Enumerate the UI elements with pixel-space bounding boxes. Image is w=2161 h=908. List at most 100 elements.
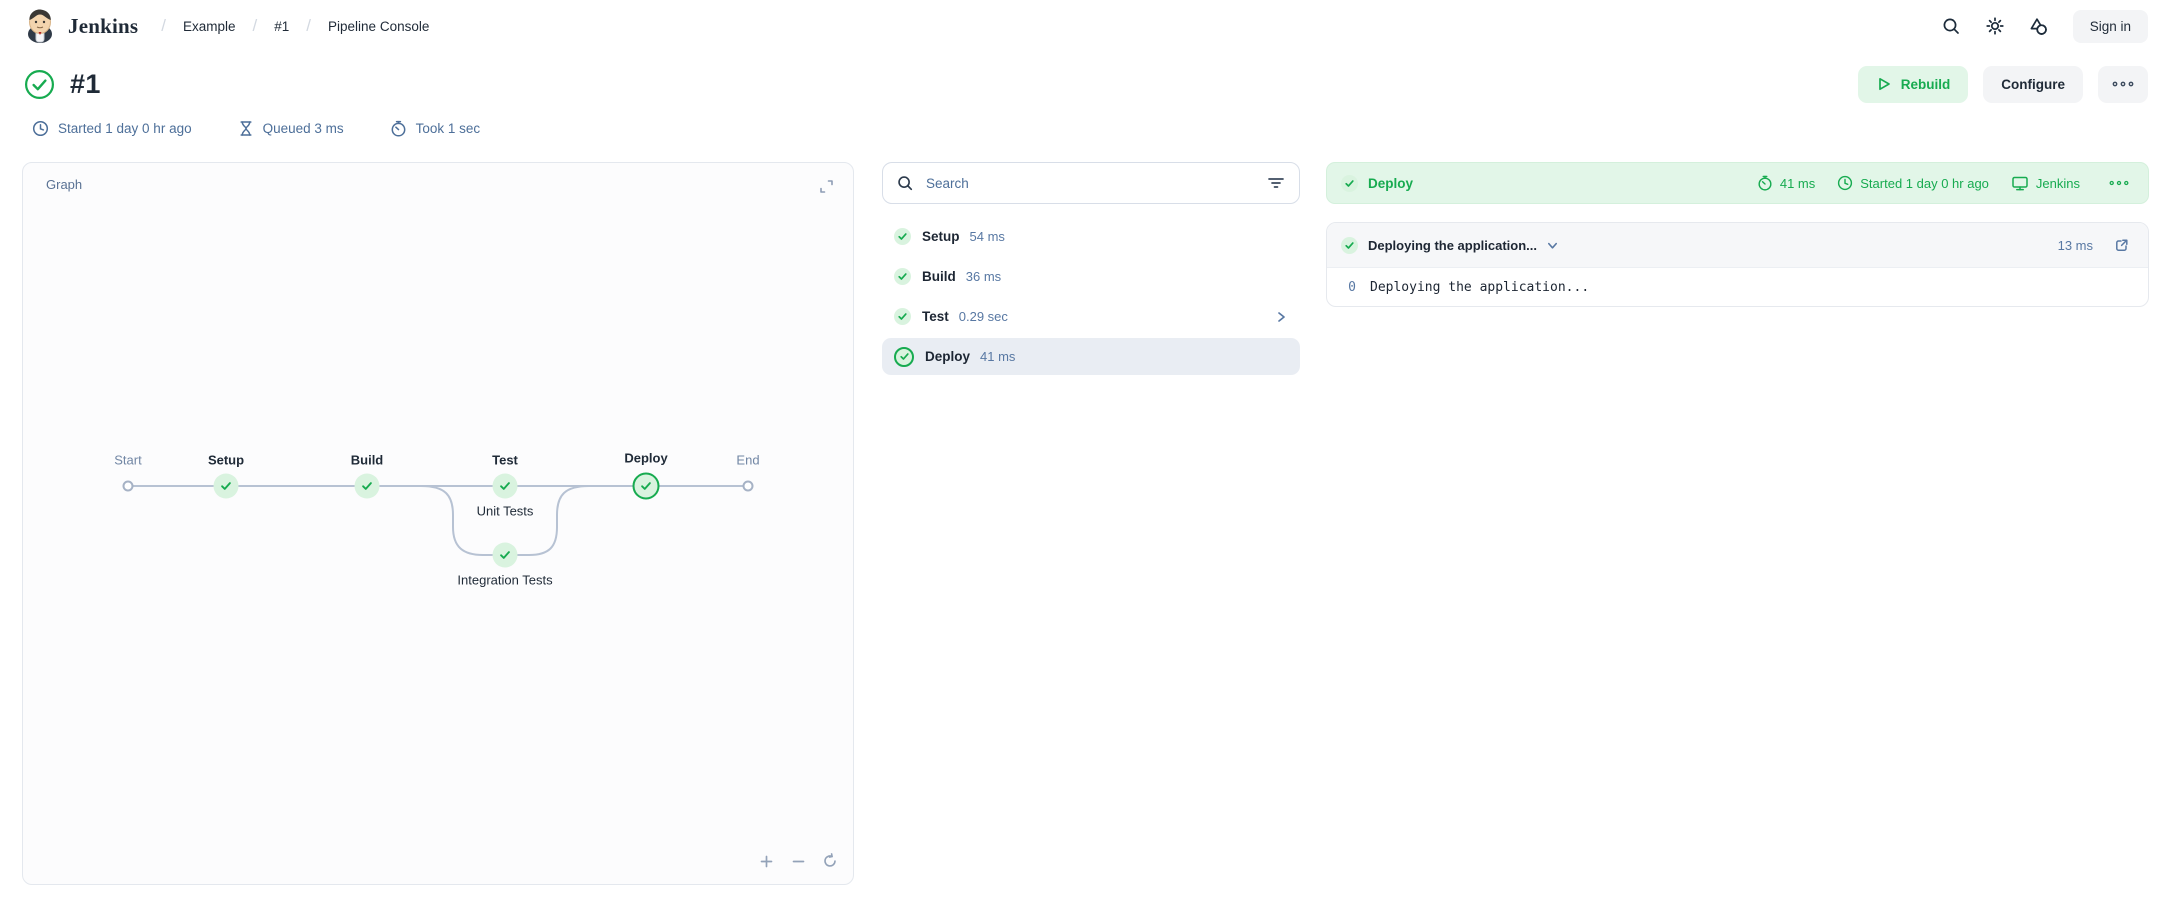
console-output-card: Deploying the application... 13 ms 0 Dep… (1326, 222, 2149, 307)
chevron-right-icon (1274, 310, 1288, 324)
open-step-log-button[interactable] (2108, 232, 2134, 258)
navbar-actions: Sign in (1933, 8, 2148, 44)
breadcrumb: / Example / #1 / Pipeline Console (146, 15, 431, 38)
filter-button[interactable] (1262, 169, 1290, 197)
search-input[interactable] (882, 162, 1300, 204)
brand-title[interactable]: Jenkins (68, 14, 138, 39)
success-icon (1341, 237, 1358, 254)
stage-detail-header: Deploy 41 ms Started 1 day 0 hr ago (1326, 162, 2149, 204)
appearance-button[interactable] (2021, 8, 2057, 44)
graph-zoom-controls (753, 848, 843, 874)
overflow-dots-icon (2109, 179, 2129, 187)
breadcrumb-item-example[interactable]: Example (181, 15, 238, 38)
graph-node-unit-tests[interactable] (493, 474, 518, 499)
reset-zoom-icon (822, 853, 838, 869)
configure-button[interactable]: Configure (1983, 66, 2083, 103)
stage-started-meta: Started 1 day 0 hr ago (1837, 175, 1989, 191)
stage-detail-meta: 41 ms Started 1 day 0 hr ago Jenkins (1757, 168, 2136, 198)
run-header: #1 Rebuild Configure (0, 62, 2161, 106)
pipeline-connectors (23, 163, 853, 884)
page-title: #1 (70, 69, 101, 100)
console-step-title: Deploying the application... (1368, 238, 1537, 253)
sign-in-button[interactable]: Sign in (2073, 10, 2148, 43)
graph-node-setup[interactable] (214, 474, 239, 499)
success-icon (1341, 175, 1358, 192)
clock-icon (32, 120, 49, 137)
stage-name: Setup (922, 229, 960, 244)
graph-label-end: End (736, 453, 759, 468)
stage-name: Deploy (925, 349, 970, 364)
stage-row-test[interactable]: Test 0.29 sec (882, 298, 1300, 335)
stopwatch-icon (390, 120, 407, 137)
zoom-out-button[interactable] (785, 848, 811, 874)
zoom-in-button[interactable] (753, 848, 779, 874)
header-actions: Rebuild Configure (1858, 66, 2148, 103)
graph-label-integration-tests: Integration Tests (457, 573, 552, 588)
chevron-down-icon (1546, 239, 1559, 252)
stage-detail-name: Deploy (1368, 176, 1413, 191)
breadcrumb-separator: / (253, 16, 258, 36)
breadcrumb-item-run[interactable]: #1 (272, 15, 291, 38)
hourglass-icon (238, 120, 254, 137)
search-icon (1941, 16, 1961, 36)
external-link-icon (2114, 238, 2129, 253)
rebuild-button[interactable]: Rebuild (1858, 66, 1969, 103)
filter-icon (1267, 176, 1285, 190)
stage-overflow-button[interactable] (2102, 168, 2136, 198)
reset-zoom-button[interactable] (817, 848, 843, 874)
started-status: Started 1 day 0 hr ago (32, 120, 192, 137)
stage-row-setup[interactable]: Setup 54 ms (882, 218, 1300, 255)
console-line: 0 Deploying the application... (1327, 268, 2148, 307)
stage-duration: 36 ms (966, 269, 1001, 284)
breadcrumb-separator: / (161, 16, 166, 36)
graph-panel: Graph Start Setup Build Test Deploy End … (22, 162, 854, 885)
stage-duration: 41 ms (980, 349, 1015, 364)
graph-label-deploy: Deploy (624, 451, 667, 466)
gear-icon (1985, 16, 2005, 36)
zoom-in-icon (759, 854, 774, 869)
stage-name: Build (922, 269, 956, 284)
pipeline-graph: Start Setup Build Test Deploy End Unit T… (23, 163, 853, 884)
graph-node-build[interactable] (355, 474, 380, 499)
stage-agent-meta: Jenkins (2011, 175, 2080, 192)
graph-label-test: Test (492, 453, 518, 468)
success-icon (894, 268, 911, 285)
console-line-number[interactable]: 0 (1341, 280, 1356, 295)
graph-node-deploy[interactable] (633, 473, 660, 500)
stage-duration-text: 41 ms (1780, 176, 1815, 191)
stage-duration: 0.29 sec (959, 309, 1008, 324)
success-icon-selected (894, 347, 914, 367)
zoom-out-icon (791, 854, 806, 869)
shapes-icon (2028, 16, 2049, 37)
search-icon (896, 174, 914, 192)
took-status: Took 1 sec (390, 120, 481, 137)
stage-list: Setup 54 ms Build 36 ms Test 0.29 sec De… (882, 218, 1300, 378)
jenkins-logo[interactable] (24, 8, 56, 44)
overflow-dots-icon (2112, 80, 2134, 88)
breadcrumb-item-pipeline-console[interactable]: Pipeline Console (326, 15, 431, 38)
rebuild-label: Rebuild (1901, 77, 1951, 92)
graph-label-build: Build (351, 453, 384, 468)
graph-node-end (743, 481, 754, 492)
success-status-icon (24, 69, 55, 100)
search-button[interactable] (1933, 8, 1969, 44)
console-line-text: Deploying the application... (1370, 280, 1589, 295)
stage-row-build[interactable]: Build 36 ms (882, 258, 1300, 295)
console-step-duration: 13 ms (2058, 238, 2093, 253)
console-step-header[interactable]: Deploying the application... 13 ms (1327, 223, 2148, 268)
stage-duration: 54 ms (970, 229, 1005, 244)
top-navbar: Jenkins / Example / #1 / Pipeline Consol… (0, 2, 2161, 50)
settings-button[interactable] (1977, 8, 2013, 44)
graph-node-integration-tests[interactable] (493, 543, 518, 568)
clock-icon (1837, 175, 1853, 191)
stage-duration-meta: 41 ms (1757, 175, 1815, 191)
success-icon (894, 228, 911, 245)
took-text: Took 1 sec (416, 121, 481, 136)
graph-label-unit-tests: Unit Tests (477, 504, 534, 519)
success-icon (894, 308, 911, 325)
stage-agent-text: Jenkins (2036, 176, 2080, 191)
stage-row-deploy[interactable]: Deploy 41 ms (882, 338, 1300, 375)
breadcrumb-separator: / (306, 16, 311, 36)
overflow-menu-button[interactable] (2098, 66, 2148, 103)
play-icon (1876, 76, 1892, 92)
